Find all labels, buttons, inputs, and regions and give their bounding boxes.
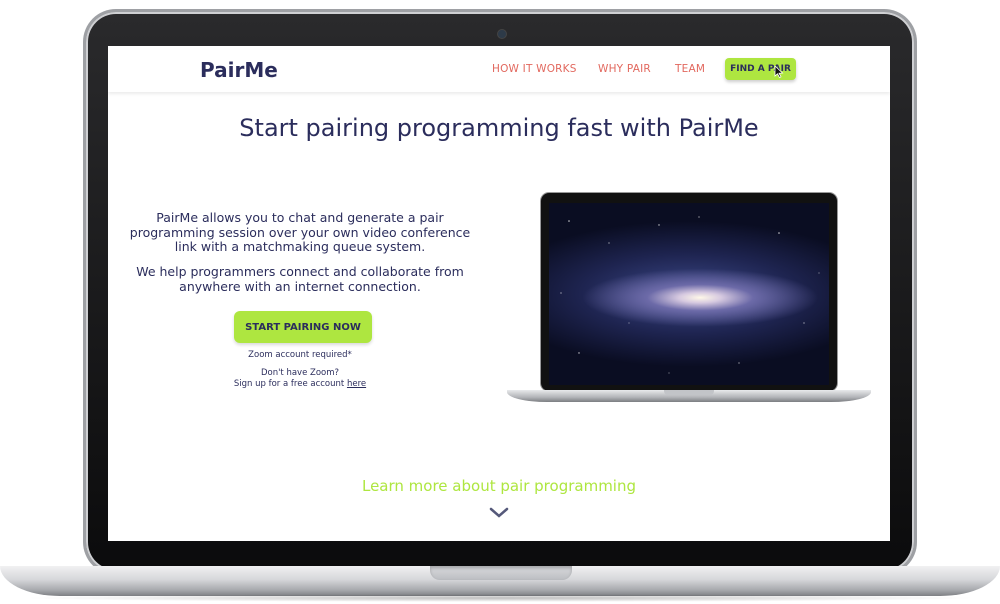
zoom-question: Don't have Zoom? bbox=[260, 368, 340, 378]
chevron-down-icon[interactable] bbox=[489, 507, 509, 519]
page-title: Start pairing programming fast with Pair… bbox=[239, 114, 759, 142]
nav-team[interactable]: TEAM bbox=[675, 63, 705, 75]
start-pairing-button[interactable]: START PAIRING NOW bbox=[234, 311, 372, 343]
signup-line: Sign up for a free account here bbox=[122, 379, 478, 390]
galaxy-wallpaper bbox=[549, 203, 829, 385]
top-nav: PairMe HOW IT WORKS WHY PAIR TEAM FIND A… bbox=[108, 46, 890, 92]
webcam bbox=[497, 29, 507, 39]
signup-text: Sign up for a free account bbox=[233, 379, 347, 389]
nav-why-pair[interactable]: WHY PAIR bbox=[598, 63, 651, 75]
laptop-illustration-notch bbox=[664, 390, 714, 395]
find-a-pair-button[interactable]: FIND A PAIR bbox=[725, 58, 796, 80]
nav-how-it-works[interactable]: HOW IT WORKS bbox=[492, 63, 577, 75]
learn-more-link[interactable]: Learn more about pair programming bbox=[108, 477, 890, 495]
mission-paragraph: We help programmers connect and collabor… bbox=[136, 264, 464, 294]
zoom-required-note: Zoom account required* bbox=[248, 350, 352, 360]
arrow-cursor-icon bbox=[774, 66, 784, 78]
laptop-base-notch bbox=[430, 566, 572, 580]
stars bbox=[560, 216, 820, 374]
site-logo[interactable]: PairMe bbox=[200, 58, 278, 82]
signup-link[interactable]: here bbox=[347, 379, 366, 389]
intro-paragraph: PairMe allows you to chat and generate a… bbox=[129, 210, 471, 254]
laptop-shadow bbox=[20, 594, 980, 602]
